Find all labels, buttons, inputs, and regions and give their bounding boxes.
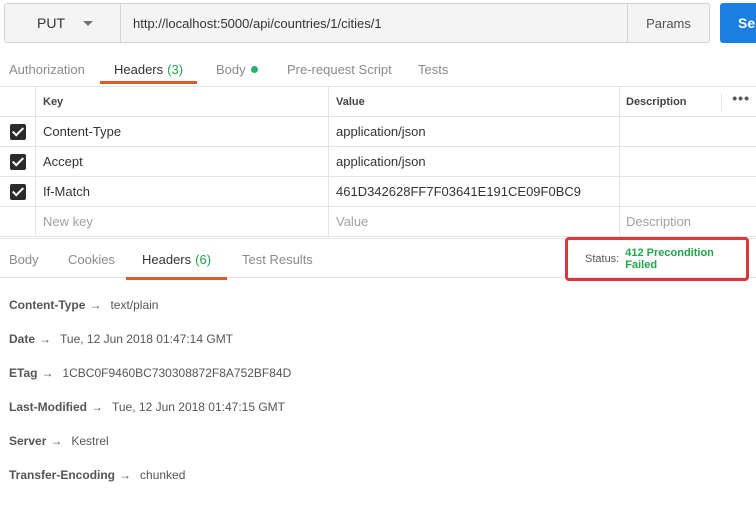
chevron-down-icon <box>83 20 93 26</box>
tab-authorization[interactable]: Authorization <box>9 54 85 84</box>
status-label: Status: <box>585 253 620 265</box>
status-indicator: Status: 412 Precondition Failed <box>565 237 749 281</box>
new-description-input[interactable]: Description <box>620 207 756 236</box>
tab-count-badge: (6) <box>195 251 212 267</box>
checkbox[interactable] <box>9 183 26 200</box>
tab-label: Pre-request Script <box>287 61 392 77</box>
header-check-cell <box>0 87 36 116</box>
arrow-right-icon: → <box>91 400 103 414</box>
table-row: If-Match 461D342628FF7F03641E191CE09F0BC… <box>0 177 756 207</box>
row-checkbox-cell <box>0 117 36 146</box>
table-row: Content-Type application/json <box>0 117 756 147</box>
method-label: PUT <box>37 15 65 31</box>
header-value: Tue, 12 Jun 2018 01:47:15 GMT <box>112 400 285 414</box>
value-cell[interactable]: application/json <box>329 117 620 146</box>
response-headers-list: Content-Type → text/plain Date → Tue, 12… <box>9 298 749 502</box>
header-value: 1CBC0F9460BC730308872F8A752BF84D <box>62 366 292 380</box>
tab-label: Body <box>9 251 39 267</box>
arrow-right-icon: → <box>41 366 54 380</box>
list-item: Transfer-Encoding → chunked <box>9 468 749 502</box>
tab-pre-request-script[interactable]: Pre-request Script <box>287 54 392 84</box>
value-cell[interactable]: 461D342628FF7F03641E191CE09F0BC9 <box>329 177 620 206</box>
headers-table: Key Value Description ••• Content-Type a… <box>0 86 756 237</box>
arrow-right-icon: → <box>50 434 63 448</box>
tab-label: Test Results <box>242 251 313 267</box>
header-value: text/plain <box>110 298 159 312</box>
new-key-input[interactable]: New key <box>36 207 329 236</box>
header-value: Kestrel <box>71 434 109 448</box>
more-options-icon[interactable]: ••• <box>721 91 750 111</box>
key-cell[interactable]: If-Match <box>36 177 329 206</box>
checkbox[interactable] <box>9 123 26 140</box>
arrow-right-icon: → <box>89 298 102 312</box>
tab-tests[interactable]: Tests <box>418 54 448 84</box>
tab-label: Headers <box>114 61 164 77</box>
tab-label: Authorization <box>9 61 85 77</box>
description-cell[interactable] <box>620 147 756 176</box>
column-header-description: Description ••• <box>620 87 756 116</box>
key-cell[interactable]: Accept <box>36 147 329 176</box>
header-key: Transfer-Encoding <box>9 468 116 482</box>
column-header-key: Key <box>36 87 329 116</box>
arrow-right-icon: → <box>39 332 52 346</box>
status-dot-icon <box>250 65 258 73</box>
params-button[interactable]: Params <box>627 4 709 42</box>
header-key: Content-Type <box>9 298 86 312</box>
tab-test-results[interactable]: Test Results <box>242 239 313 279</box>
tab-response-body[interactable]: Body <box>9 239 39 279</box>
value-cell[interactable]: application/json <box>329 147 620 176</box>
table-header-row: Key Value Description ••• <box>0 87 756 117</box>
table-row: Accept application/json <box>0 147 756 177</box>
row-checkbox-cell <box>0 147 36 176</box>
tab-response-headers[interactable]: Headers (6) <box>125 239 228 280</box>
url-input[interactable]: http://localhost:5000/api/countries/1/ci… <box>121 4 627 42</box>
tab-body[interactable]: Body <box>216 54 258 84</box>
list-item: Content-Type → text/plain <box>9 298 749 332</box>
method-select[interactable]: PUT <box>5 4 121 42</box>
list-item: ETag → 1CBC0F9460BC730308872F8A752BF84D <box>9 366 749 400</box>
request-tabs: Authorization Headers (3) Body Pre-reque… <box>0 54 756 84</box>
tab-count-badge: (3) <box>167 61 184 77</box>
description-cell[interactable] <box>620 177 756 206</box>
tab-cookies[interactable]: Cookies <box>68 239 115 279</box>
key-cell[interactable]: Content-Type <box>36 117 329 146</box>
new-value-input[interactable]: Value <box>329 207 620 236</box>
header-value: Tue, 12 Jun 2018 01:47:14 GMT <box>60 332 234 346</box>
row-checkbox-cell <box>0 207 36 236</box>
header-value: chunked <box>140 468 186 482</box>
description-cell[interactable] <box>620 117 756 146</box>
list-item: Date → Tue, 12 Jun 2018 01:47:14 GMT <box>9 332 749 366</box>
checkbox[interactable] <box>9 153 26 170</box>
arrow-right-icon: → <box>119 468 132 482</box>
tab-headers[interactable]: Headers (3) <box>99 54 198 84</box>
header-key: Date <box>9 332 36 346</box>
row-checkbox-cell <box>0 177 36 206</box>
tab-label: Cookies <box>68 251 115 267</box>
header-key: ETag <box>9 366 38 380</box>
send-button[interactable]: Ser <box>720 3 756 43</box>
list-item: Last-Modified → Tue, 12 Jun 2018 01:47:1… <box>9 400 749 434</box>
new-header-row: New key Value Description <box>0 207 756 237</box>
request-bar: PUT http://localhost:5000/api/countries/… <box>4 3 710 43</box>
header-key: Server <box>9 434 47 448</box>
column-header-value: Value <box>329 87 620 116</box>
tab-label: Headers <box>142 251 192 267</box>
description-label: Description <box>626 95 687 108</box>
list-item: Server → Kestrel <box>9 434 749 468</box>
tab-label: Body <box>216 61 246 77</box>
header-key: Last-Modified <box>9 400 87 414</box>
tab-label: Tests <box>418 61 449 77</box>
status-value: 412 Precondition Failed <box>625 247 714 271</box>
